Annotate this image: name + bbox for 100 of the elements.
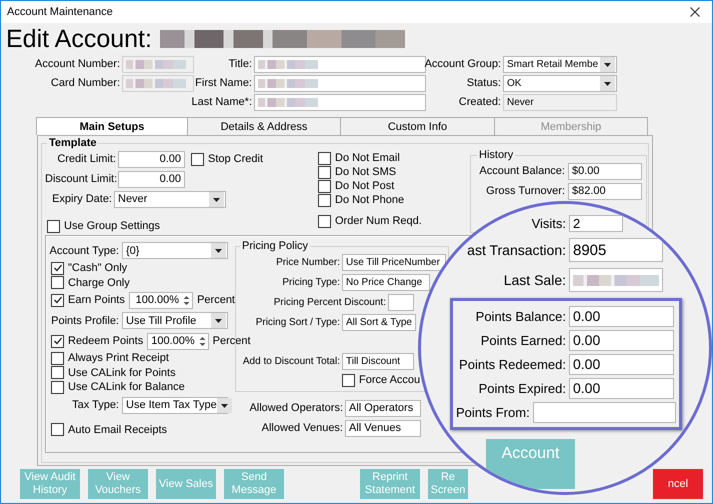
checkbox-label: Stop Credit [208,153,264,165]
readonly-field: $82.00 [568,182,642,200]
checkbox[interactable] [318,214,331,228]
field-label: Account Number: [35,58,120,70]
dropdown[interactable]: Till Discount [342,352,414,370]
checkbox[interactable] [51,334,64,348]
readonly-field: Never [503,94,617,110]
readonly-field: 0.00 [569,330,674,350]
field-label: Allowed Operators: [249,402,343,414]
checkbox[interactable] [342,374,355,386]
field-label: Pricing Percent Discount: [272,296,386,308]
action-button[interactable]: ncel [653,469,703,499]
readonly-field: 8905 [569,238,663,262]
checkbox[interactable] [51,423,64,436]
checkbox[interactable] [51,366,64,380]
group-title: Pricing Policy [241,240,310,252]
dropdown[interactable]: Smart Retail Membe [503,56,617,72]
field-label: Created: [458,96,501,108]
checkbox[interactable] [51,276,64,290]
dropdown[interactable]: Use Till Profile [122,312,228,329]
checkbox-label: Always Print Receipt [68,352,169,364]
field-label: Discount Limit: [45,173,116,185]
field-label: Points Profile: [51,314,119,326]
spin-field[interactable]: 100.00% [147,332,209,350]
readonly-field: 0.00 [569,354,674,374]
field-label: Pricing Sort / Type: [256,316,340,328]
field-label: Visits: [532,216,566,231]
dropdown[interactable]: No Price Change [342,274,430,290]
field-label: Expiry Date: [51,193,112,205]
group-title: Template [48,137,98,149]
readonly-field: 0.00 [569,378,674,398]
field-label: Add to Discount Total: [242,356,340,366]
close-icon[interactable] [690,7,700,17]
text-field[interactable] [254,56,426,72]
field-label: Last Name*: [191,96,252,108]
unit-label: Percent [197,294,235,306]
field-label: Points Redeemed: [459,356,566,372]
checkbox[interactable] [47,220,60,232]
checkbox[interactable] [51,380,64,394]
field-label: First Name: [195,77,252,89]
checkbox-label: Redeem Points [68,335,144,347]
page-heading: Edit Account: [6,24,152,54]
dropdown[interactable]: All Operators [345,400,421,416]
dropdown[interactable]: Use Till PriceNumber [342,254,446,270]
checkbox-label: Earn Points [68,294,125,306]
checkbox-label: Do Not SMS [335,166,396,178]
field-label: Last Sale: [504,272,566,288]
checkbox-label: Do Not Post [335,180,394,192]
checkbox[interactable] [51,294,64,306]
text-field[interactable] [388,294,414,310]
window-title: Account Maintenance [7,6,113,18]
readonly-field: 2 [569,215,623,232]
field-label: Points Expired: [478,380,566,396]
checkbox-label: Force Accou [359,374,420,386]
text-field[interactable] [254,74,426,92]
checkbox-label: Use CALink for Points [68,366,176,379]
checkbox-label: Charge Only [68,276,130,289]
field-label: Credit Limit: [56,153,116,165]
unit-label: Percent [212,335,251,347]
field-label: Title: [228,58,252,70]
readonly-field: $0.00 [568,162,642,180]
checkbox[interactable] [318,152,331,164]
checkbox[interactable] [191,152,204,166]
checkbox-label: Do Not Email [335,152,400,164]
checkbox[interactable] [51,352,64,365]
field-label: Price Number: [276,256,340,268]
checkbox-label: Use CALink for Balance [68,381,185,394]
checkbox[interactable] [318,166,331,178]
field-label: Account Type: [49,244,119,256]
dropdown[interactable]: All Sort & Type [342,314,416,330]
spin-field[interactable]: 100.00% [128,292,194,308]
dropdown[interactable]: OK [503,74,617,92]
tab[interactable]: Main Setups [36,117,188,135]
checkbox-label: Do Not Phone [335,194,404,206]
checkbox-label: Order Num Reqd. [335,215,422,227]
field-label: Tax Type: [72,399,119,411]
text-field[interactable] [254,94,426,110]
field-label: Account Group: [424,58,501,70]
checkbox-label: Auto Email Receipts [68,424,168,436]
checkbox[interactable] [318,180,331,192]
text-field[interactable]: 0.00 [118,170,185,188]
readonly-field: 0.00 [569,306,674,326]
field-label: Status: [466,77,501,89]
text-field[interactable]: 0.00 [118,150,185,168]
field-label: Allowed Venues: [262,422,343,434]
field-label: Pricing Type: [282,276,340,288]
field-label: Points Earned: [480,332,566,348]
checkbox[interactable] [318,194,331,206]
dropdown[interactable]: All Venues [345,420,421,436]
field-label: ast Transaction: [467,242,566,258]
field-label: Points Balance: [476,308,566,324]
group-title: History [478,149,514,161]
dropdown[interactable]: {0} [122,242,228,259]
field-label: Points From: [456,404,530,420]
checkbox[interactable] [51,262,64,275]
field-label: Card Number: [50,77,120,89]
field-label: Gross Turnover: [486,185,565,197]
field-label: Account Balance: [479,165,565,177]
checkbox-label: "Cash" Only [68,262,128,274]
dropdown[interactable]: Never [114,190,226,208]
